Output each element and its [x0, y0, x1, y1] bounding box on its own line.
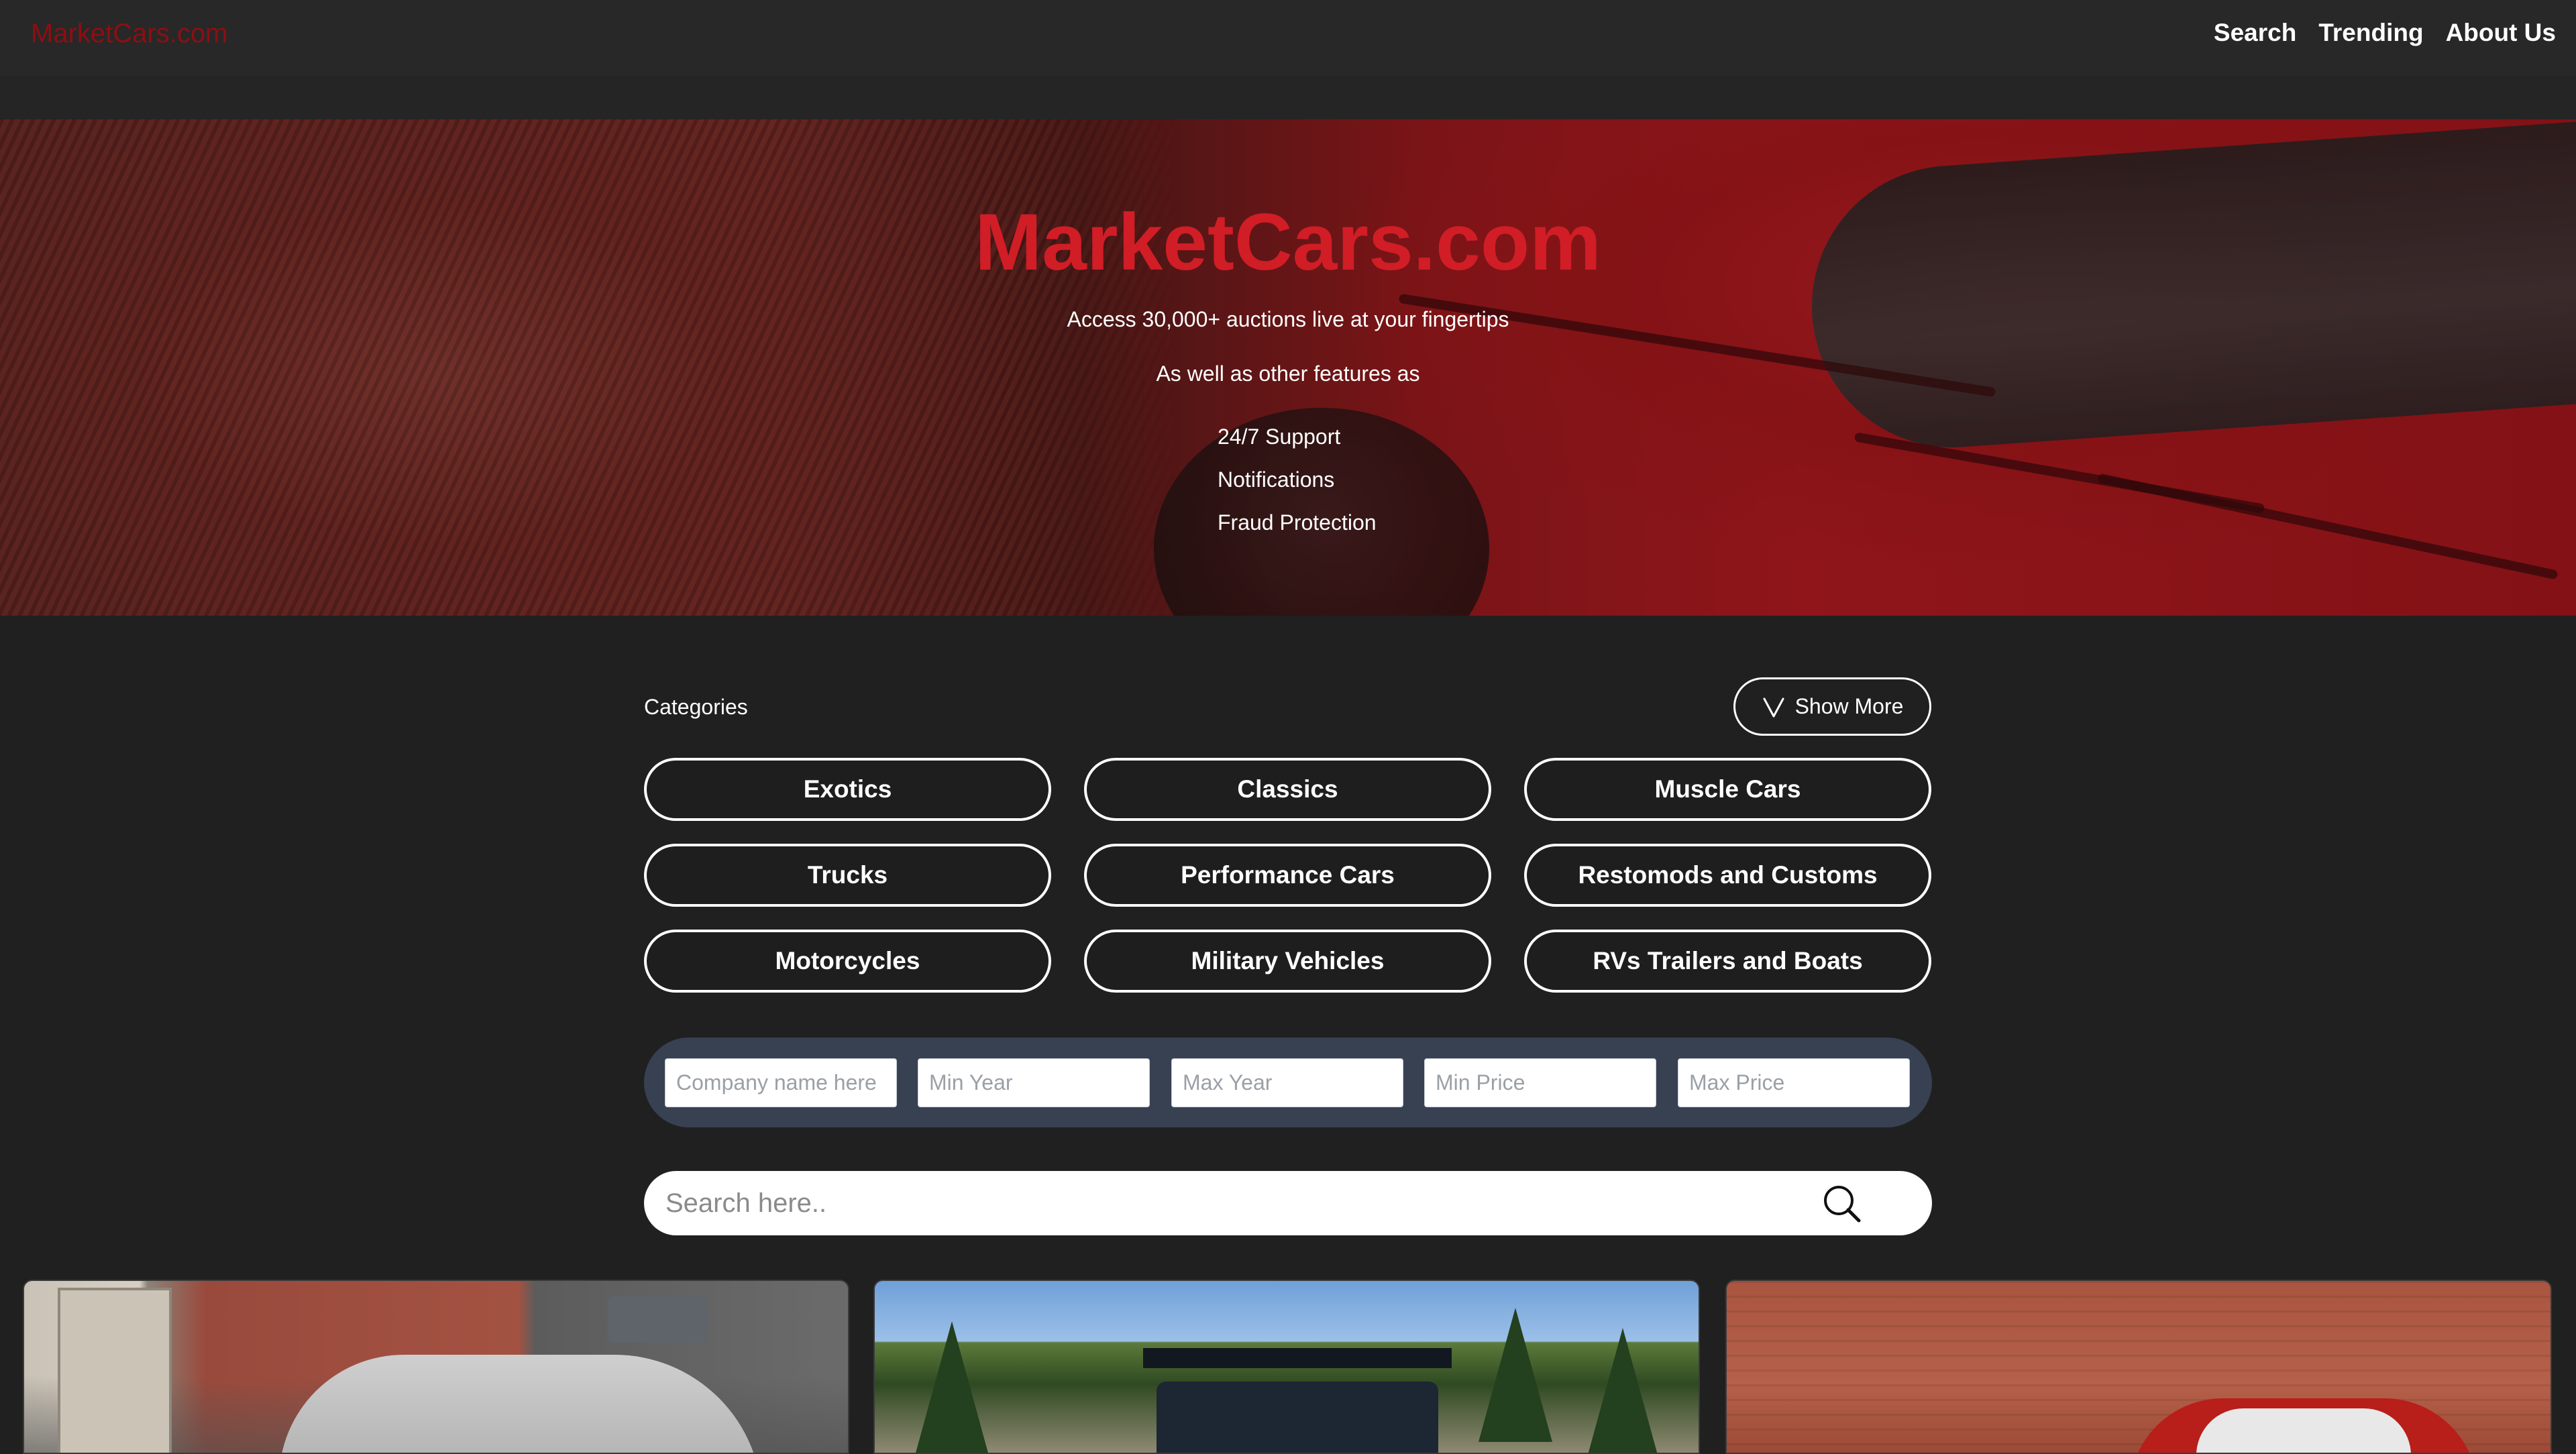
max-price-input[interactable] — [1678, 1058, 1910, 1107]
nav-links: Search Trending About Us — [2214, 19, 2556, 47]
category-grid: Exotics Classics Muscle Cars Trucks Perf… — [644, 758, 1932, 993]
hero-title: MarketCars.com — [975, 197, 1601, 287]
navbar: MarketCars.com Search Trending About Us — [0, 0, 2576, 76]
listing-photo-tree — [915, 1321, 989, 1453]
nav-link-trending[interactable]: Trending — [2318, 19, 2423, 47]
listing-card[interactable] — [873, 1280, 1700, 1454]
nav-brand-logo[interactable]: MarketCars.com — [31, 19, 227, 49]
listing-photo-garage-door — [58, 1288, 172, 1453]
nav-link-search[interactable]: Search — [2214, 19, 2296, 47]
category-performance-cars-button[interactable]: Performance Cars — [1084, 844, 1491, 907]
min-year-input[interactable] — [918, 1058, 1150, 1107]
category-rvs-trailers-boats-button[interactable]: RVs Trailers and Boats — [1524, 930, 1931, 993]
filter-bar — [644, 1038, 1932, 1127]
search-input[interactable] — [664, 1171, 1805, 1235]
hero-banner: MarketCars.com Access 30,000+ auctions l… — [0, 119, 2576, 616]
category-restomods-button[interactable]: Restomods and Customs — [1524, 844, 1931, 907]
category-muscle-cars-button[interactable]: Muscle Cars — [1524, 758, 1931, 821]
hero-content: MarketCars.com Access 30,000+ auctions l… — [0, 119, 2576, 616]
hero-subtitle: As well as other features as — [1156, 361, 1420, 386]
listing-photo-tree — [1586, 1328, 1660, 1453]
listing-photo-tree — [1479, 1308, 1552, 1442]
category-trucks-button[interactable]: Trucks — [644, 844, 1051, 907]
listing-card[interactable] — [23, 1280, 849, 1454]
listing-photo-roof-rack — [1143, 1348, 1452, 1368]
category-motorcycles-button[interactable]: Motorcycles — [644, 930, 1051, 993]
show-more-button[interactable]: Show More — [1733, 677, 1931, 736]
search-bar — [644, 1171, 1932, 1235]
max-year-input[interactable] — [1171, 1058, 1403, 1107]
search-icon[interactable] — [1821, 1183, 1863, 1225]
hero-feature-item: Fraud Protection — [1218, 510, 1377, 535]
hero-feature-list: 24/7 Support Notifications Fraud Protect… — [1218, 415, 1377, 544]
chevron-down-icon — [1763, 697, 1784, 717]
company-name-input[interactable] — [665, 1058, 897, 1107]
listing-card[interactable] — [1725, 1280, 2552, 1454]
min-price-input[interactable] — [1424, 1058, 1656, 1107]
listing-photo-car — [279, 1355, 762, 1453]
hero-tagline: Access 30,000+ auctions live at your fin… — [1067, 307, 1509, 331]
listing-photo-car-window — [2196, 1408, 2411, 1453]
category-classics-button[interactable]: Classics — [1084, 758, 1491, 821]
nav-link-about-us[interactable]: About Us — [2446, 19, 2556, 47]
category-exotics-button[interactable]: Exotics — [644, 758, 1051, 821]
hero-feature-item: 24/7 Support — [1218, 425, 1341, 449]
nav-spacer — [0, 76, 2576, 119]
hero-feature-item: Notifications — [1218, 467, 1335, 492]
categories-label: Categories — [644, 695, 748, 719]
category-military-vehicles-button[interactable]: Military Vehicles — [1084, 930, 1491, 993]
show-more-label: Show More — [1794, 694, 1904, 718]
listing-photo-background-vehicle — [608, 1296, 708, 1343]
